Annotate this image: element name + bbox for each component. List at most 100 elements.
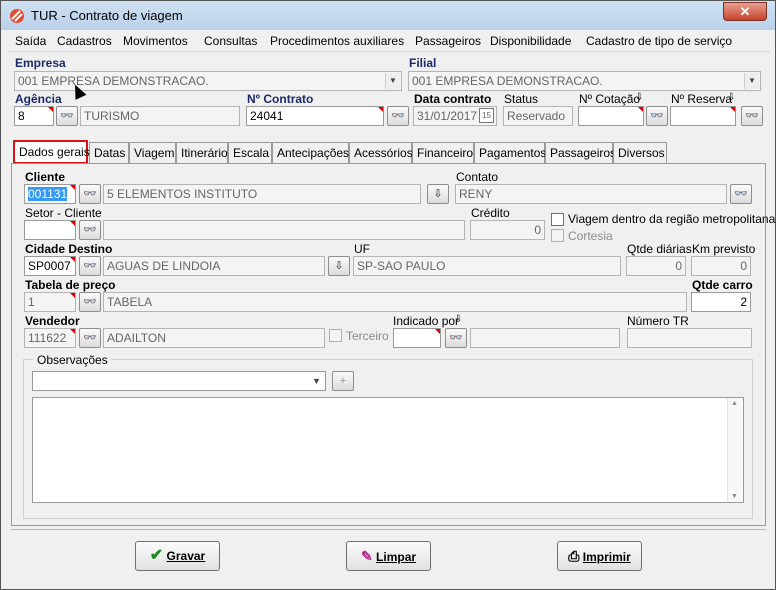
- close-button[interactable]: ✕: [723, 2, 767, 21]
- vendedor-code-input[interactable]: 111622: [24, 328, 76, 348]
- cotacao-label: Nº Cotação: [579, 92, 641, 106]
- agencia-label: Agência: [15, 92, 62, 106]
- menu-movimentos[interactable]: Movimentos: [123, 34, 188, 48]
- app-logo-icon: [10, 9, 24, 23]
- contrato-input[interactable]: 24041: [246, 106, 384, 126]
- scrollbar[interactable]: ▲ ▼: [727, 398, 743, 502]
- limpar-button[interactable]: ✎ Limpar: [346, 541, 431, 571]
- indicado-code-input[interactable]: [393, 328, 441, 348]
- eraser-icon: ✎: [360, 548, 373, 564]
- binoculars-search-icon[interactable]: 👓: [730, 184, 752, 204]
- menu-passageiros[interactable]: Passageiros: [415, 34, 481, 48]
- contrato-label: Nº Contrato: [247, 92, 314, 106]
- menu-disponibilidade[interactable]: Disponibilidade: [490, 34, 571, 48]
- binoculars-search-icon[interactable]: 👓: [79, 220, 101, 240]
- indicado-label: Indicado por: [393, 314, 460, 328]
- gravar-button[interactable]: ✔ Gravar: [135, 541, 220, 571]
- sort-arrow-icon: ⇩: [727, 92, 736, 103]
- sort-arrow-icon: ⇩: [635, 92, 644, 103]
- credito-label: Crédito: [471, 206, 510, 220]
- data-contrato-label: Data contrato: [414, 92, 492, 106]
- tab-itinerario[interactable]: Itinerário: [176, 142, 228, 163]
- chevron-down-icon[interactable]: ▼: [309, 373, 324, 389]
- imprimir-label: Imprimir: [582, 550, 631, 564]
- data-contrato-input[interactable]: 31/01/2017 15: [413, 106, 497, 126]
- reserva-input[interactable]: [670, 106, 736, 126]
- qtde-diarias-label: Qtde diárias: [627, 242, 692, 256]
- observacoes-label: Observações: [34, 353, 111, 367]
- binoculars-search-icon[interactable]: 👓: [445, 328, 467, 348]
- cortesia-checkbox[interactable]: [551, 229, 564, 242]
- binoculars-search-icon[interactable]: 👓: [79, 328, 101, 348]
- km-field: 0: [691, 256, 751, 276]
- data-contrato-value: 31/01/2017: [417, 109, 478, 123]
- window-title: TUR - Contrato de viagem: [31, 8, 183, 23]
- terceiro-checkbox[interactable]: [329, 329, 342, 342]
- gravar-label: Gravar: [166, 549, 206, 563]
- binoculars-search-icon[interactable]: 👓: [56, 106, 78, 126]
- scroll-up-icon[interactable]: ▲: [731, 400, 738, 407]
- tab-passageiros[interactable]: Passageiros: [545, 142, 616, 163]
- qtde-carro-input[interactable]: 2: [691, 292, 751, 312]
- tab-escala[interactable]: Escala: [228, 142, 272, 163]
- cortesia-label: Cortesia: [568, 229, 613, 243]
- cidade-label: Cidade Destino: [25, 242, 113, 256]
- binoculars-search-icon[interactable]: 👓: [79, 292, 101, 312]
- title-bar: TUR - Contrato de viagem ✕: [1, 1, 775, 30]
- agencia-name-field: TURISMO: [80, 106, 240, 126]
- contato-field: RENY: [455, 184, 727, 204]
- chevron-down-icon[interactable]: ▼: [744, 73, 759, 89]
- tab-acessorios[interactable]: Acessórios: [349, 142, 413, 163]
- tab-financeiro[interactable]: Financeiro: [412, 142, 474, 163]
- tab-pagamentos[interactable]: Pagamentos: [474, 142, 546, 163]
- tabela-code-input[interactable]: 1: [24, 292, 76, 312]
- credito-field: 0: [470, 220, 545, 240]
- imprimir-button[interactable]: ⎙ Imprimir: [557, 541, 642, 571]
- observacoes-select[interactable]: ▼: [32, 371, 326, 391]
- cotacao-input[interactable]: [578, 106, 644, 126]
- terceiro-label: Terceiro: [346, 329, 389, 343]
- binoculars-search-icon[interactable]: 👓: [646, 106, 668, 126]
- menu-saida[interactable]: Saída: [15, 34, 46, 48]
- menu-cadastro-tipo-servico[interactable]: Cadastro de tipo de serviço: [586, 34, 732, 48]
- setor-name-field: [103, 220, 465, 240]
- arrow-down-icon[interactable]: ⇩: [427, 184, 449, 204]
- main-window: TUR - Contrato de viagem ✕ Saída Cadastr…: [0, 0, 776, 590]
- plus-icon[interactable]: +: [332, 371, 354, 391]
- binoculars-search-icon[interactable]: 👓: [79, 256, 101, 276]
- contato-label: Contato: [456, 170, 499, 184]
- scroll-down-icon[interactable]: ▼: [731, 493, 738, 500]
- vendedor-label: Vendedor: [25, 314, 80, 328]
- calendar-icon[interactable]: 15: [479, 108, 494, 123]
- arrow-down-icon[interactable]: ⇩: [328, 256, 350, 276]
- cidade-name-field: AGUAS DE LINDOIA: [103, 256, 325, 276]
- sort-arrow-icon: ⇩: [454, 314, 463, 325]
- tab-datas[interactable]: Datas: [89, 142, 129, 163]
- tabela-name-field: TABELA: [103, 292, 687, 312]
- km-label: Km previsto: [692, 242, 756, 256]
- numero-tr-label: Número TR: [627, 314, 689, 328]
- setor-code-input[interactable]: [24, 220, 76, 240]
- tab-viagem[interactable]: Viagem: [129, 142, 176, 163]
- menu-bar: Saída Cadastros Movimentos Consultas Pro…: [8, 31, 770, 52]
- agencia-code-input[interactable]: 8: [14, 106, 54, 126]
- cliente-code-input[interactable]: 001131: [24, 184, 76, 204]
- cliente-name-field: 5 ELEMENTOS INSTITUTO: [103, 184, 421, 204]
- tab-antecipacoes[interactable]: Antecipações: [272, 142, 349, 163]
- binoculars-search-icon[interactable]: 👓: [79, 184, 101, 204]
- status-field: Reservado: [503, 106, 573, 126]
- menu-cadastros[interactable]: Cadastros: [57, 34, 112, 48]
- menu-consultas[interactable]: Consultas: [204, 34, 257, 48]
- tab-dados-gerais[interactable]: Dados gerais: [13, 140, 90, 164]
- filial-select[interactable]: 001 EMPRESA DEMONSTRACAO. ▼: [408, 71, 761, 91]
- tab-diversos[interactable]: Diversos: [613, 142, 667, 163]
- metro-checkbox[interactable]: [551, 213, 564, 226]
- limpar-label: Limpar: [376, 550, 417, 564]
- cidade-code-input[interactable]: SP0007: [24, 256, 76, 276]
- chevron-down-icon[interactable]: ▼: [385, 73, 400, 89]
- menu-procedimentos[interactable]: Procedimentos auxiliares: [270, 34, 404, 48]
- binoculars-search-icon[interactable]: 👓: [741, 106, 763, 126]
- numero-tr-field: [627, 328, 752, 348]
- observacoes-textarea[interactable]: ▲ ▼: [32, 397, 744, 503]
- binoculars-search-icon[interactable]: 👓: [387, 106, 409, 126]
